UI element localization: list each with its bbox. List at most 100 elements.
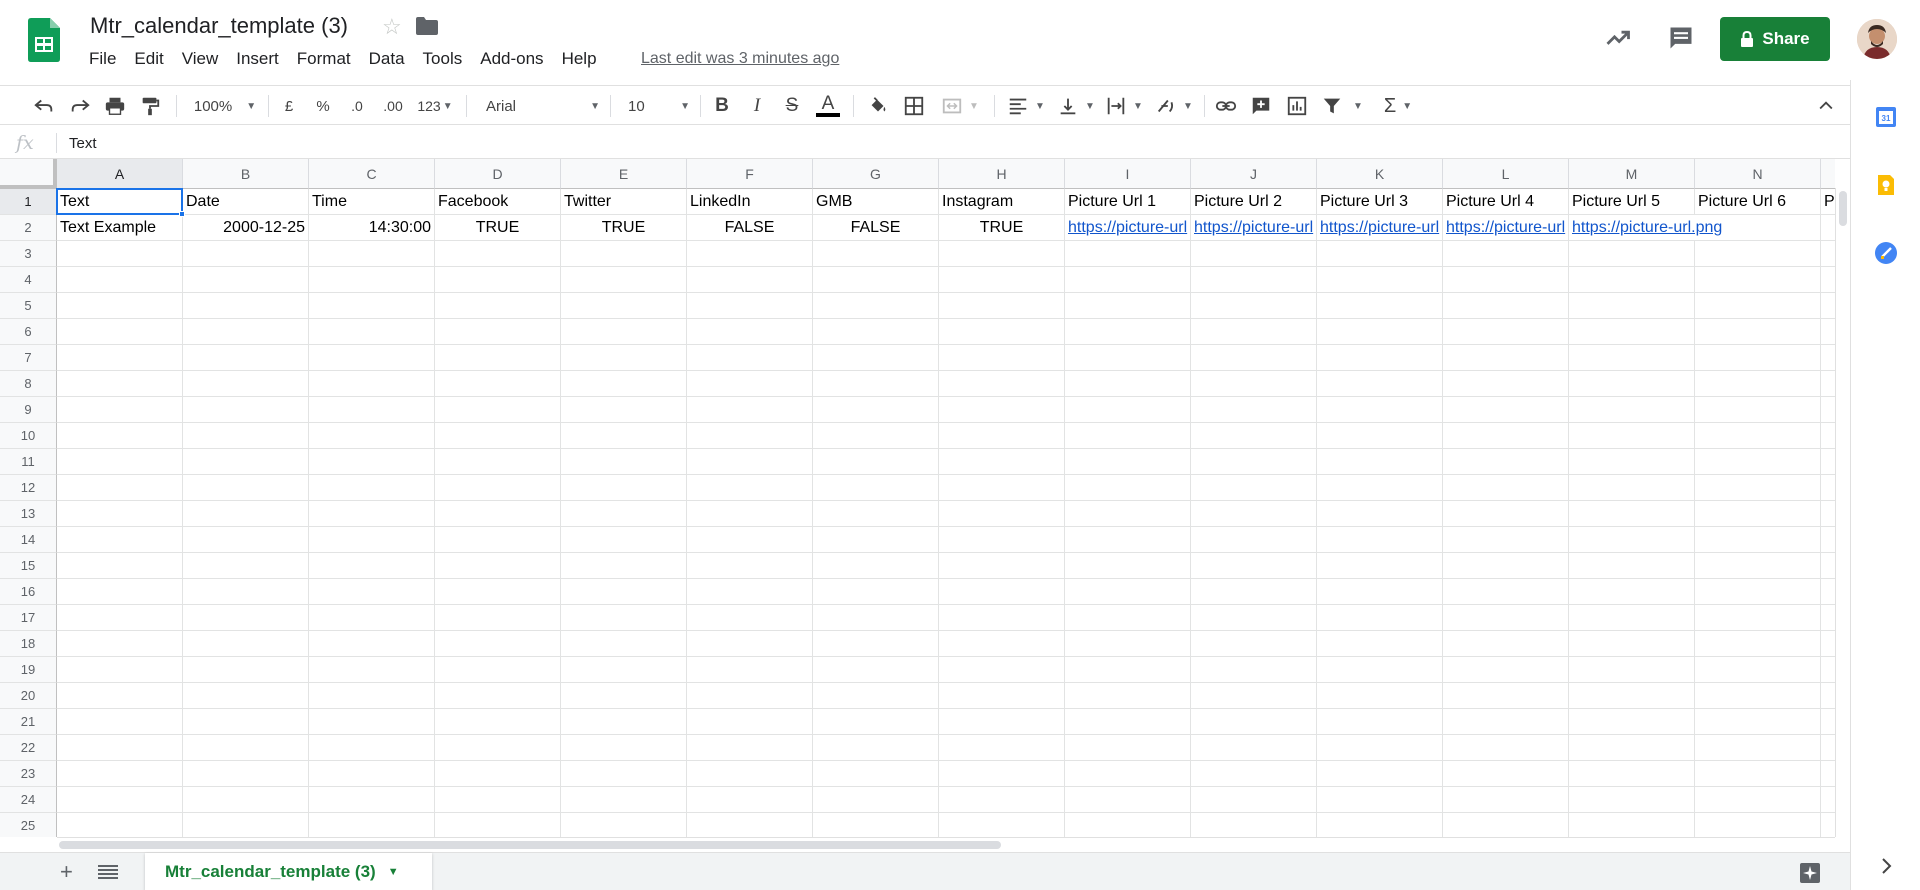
cell-m14[interactable]	[1569, 527, 1695, 553]
column-header-b[interactable]: B	[183, 159, 309, 189]
cell-j5[interactable]	[1191, 293, 1317, 319]
cell-c19[interactable]	[309, 657, 435, 683]
cell-o9[interactable]	[1821, 397, 1835, 423]
cell-l12[interactable]	[1443, 475, 1569, 501]
cell-o4[interactable]	[1821, 267, 1835, 293]
cell-a18[interactable]	[57, 631, 183, 657]
row-header-13[interactable]: 13	[0, 501, 57, 527]
row-header-21[interactable]: 21	[0, 709, 57, 735]
cell-m9[interactable]	[1569, 397, 1695, 423]
cell-n16[interactable]	[1695, 579, 1821, 605]
cell-h19[interactable]	[939, 657, 1065, 683]
row-header-2[interactable]: 2	[0, 215, 57, 241]
cell-a25[interactable]	[57, 813, 183, 837]
cell-m20[interactable]	[1569, 683, 1695, 709]
cell-f4[interactable]	[687, 267, 813, 293]
cell-m11[interactable]	[1569, 449, 1695, 475]
cell-a2[interactable]: Text Example	[57, 215, 183, 241]
cell-c9[interactable]	[309, 397, 435, 423]
sheet-tab-menu-icon[interactable]: ▼	[388, 866, 399, 878]
cell-m6[interactable]	[1569, 319, 1695, 345]
cell-a14[interactable]	[57, 527, 183, 553]
row-header-9[interactable]: 9	[0, 397, 57, 423]
cell-b18[interactable]	[183, 631, 309, 657]
cell-f10[interactable]	[687, 423, 813, 449]
cell-e12[interactable]	[561, 475, 687, 501]
cell-d7[interactable]	[435, 345, 561, 371]
cell-h1[interactable]: Instagram	[939, 189, 1065, 215]
cell-b5[interactable]	[183, 293, 309, 319]
cell-h14[interactable]	[939, 527, 1065, 553]
cell-g18[interactable]	[813, 631, 939, 657]
row-header-4[interactable]: 4	[0, 267, 57, 293]
cell-h20[interactable]	[939, 683, 1065, 709]
fill-color-icon[interactable]	[866, 94, 890, 118]
row-header-5[interactable]: 5	[0, 293, 57, 319]
cell-n21[interactable]	[1695, 709, 1821, 735]
cell-o24[interactable]	[1821, 787, 1835, 813]
cell-h11[interactable]	[939, 449, 1065, 475]
cell-o23[interactable]	[1821, 761, 1835, 787]
cell-h4[interactable]	[939, 267, 1065, 293]
cell-c17[interactable]	[309, 605, 435, 631]
text-rotation-icon[interactable]: ▼	[1154, 94, 1194, 118]
cell-a24[interactable]	[57, 787, 183, 813]
cell-c20[interactable]	[309, 683, 435, 709]
row-header-7[interactable]: 7	[0, 345, 57, 371]
cell-h7[interactable]	[939, 345, 1065, 371]
cell-b1[interactable]: Date	[183, 189, 309, 215]
cell-a23[interactable]	[57, 761, 183, 787]
cell-e14[interactable]	[561, 527, 687, 553]
cell-g19[interactable]	[813, 657, 939, 683]
cell-d3[interactable]	[435, 241, 561, 267]
cell-n3[interactable]	[1695, 241, 1821, 267]
cell-o1[interactable]: P	[1821, 189, 1835, 215]
spreadsheet-grid[interactable]: ABCDEFGHIJKLMNO1234567891011121314151617…	[0, 159, 1835, 837]
cell-g14[interactable]	[813, 527, 939, 553]
cell-o7[interactable]	[1821, 345, 1835, 371]
cell-o19[interactable]	[1821, 657, 1835, 683]
cell-n25[interactable]	[1695, 813, 1821, 837]
row-header-17[interactable]: 17	[0, 605, 57, 631]
cell-h6[interactable]	[939, 319, 1065, 345]
paint-format-icon[interactable]	[138, 94, 162, 118]
cell-f6[interactable]	[687, 319, 813, 345]
sheets-logo-icon[interactable]	[28, 18, 60, 62]
cell-o5[interactable]	[1821, 293, 1835, 319]
cell-i25[interactable]	[1065, 813, 1191, 837]
cell-k12[interactable]	[1317, 475, 1443, 501]
cell-e3[interactable]	[561, 241, 687, 267]
column-header-d[interactable]: D	[435, 159, 561, 189]
cell-d24[interactable]	[435, 787, 561, 813]
column-header-a[interactable]: A	[57, 159, 183, 189]
keep-icon[interactable]	[1874, 173, 1898, 197]
cell-f3[interactable]	[687, 241, 813, 267]
cell-b24[interactable]	[183, 787, 309, 813]
cell-b8[interactable]	[183, 371, 309, 397]
vertical-align-icon[interactable]: ▼	[1056, 94, 1096, 118]
cell-i1[interactable]: Picture Url 1	[1065, 189, 1191, 215]
cell-e20[interactable]	[561, 683, 687, 709]
cell-c14[interactable]	[309, 527, 435, 553]
cell-i17[interactable]	[1065, 605, 1191, 631]
cell-k13[interactable]	[1317, 501, 1443, 527]
menu-file[interactable]: File	[89, 49, 116, 69]
cell-k10[interactable]	[1317, 423, 1443, 449]
cell-e13[interactable]	[561, 501, 687, 527]
cell-m16[interactable]	[1569, 579, 1695, 605]
cell-j16[interactable]	[1191, 579, 1317, 605]
cell-l6[interactable]	[1443, 319, 1569, 345]
calendar-icon[interactable]: 31	[1874, 105, 1898, 129]
horizontal-align-icon[interactable]: ▼	[1006, 94, 1046, 118]
cell-h10[interactable]	[939, 423, 1065, 449]
cell-c8[interactable]	[309, 371, 435, 397]
cell-g8[interactable]	[813, 371, 939, 397]
cell-b20[interactable]	[183, 683, 309, 709]
cell-l25[interactable]	[1443, 813, 1569, 837]
cell-l24[interactable]	[1443, 787, 1569, 813]
cell-l18[interactable]	[1443, 631, 1569, 657]
cell-o2[interactable]	[1821, 215, 1835, 241]
cell-j4[interactable]	[1191, 267, 1317, 293]
italic-button[interactable]: I	[747, 94, 767, 118]
print-icon[interactable]	[103, 94, 127, 118]
